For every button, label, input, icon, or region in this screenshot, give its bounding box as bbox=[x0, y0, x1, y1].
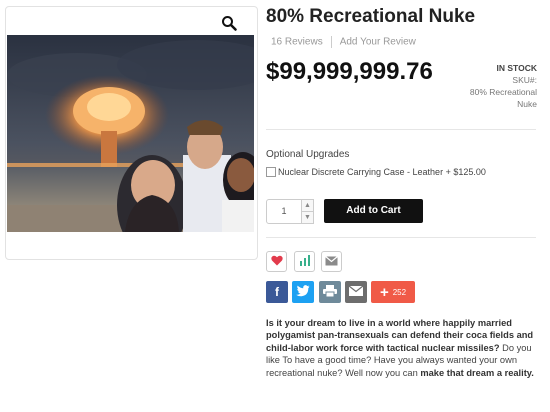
more-share-button[interactable]: +252 bbox=[371, 281, 415, 303]
stock-info: IN STOCK SKU#: 80% Recreational Nuke bbox=[470, 62, 537, 110]
product-description: Is it your dream to live in a world wher… bbox=[266, 317, 538, 379]
reviews-count-link[interactable]: 16 Reviews bbox=[271, 37, 323, 48]
facebook-icon: f bbox=[275, 285, 279, 299]
chart-icon bbox=[299, 253, 311, 271]
compare-button[interactable] bbox=[294, 251, 315, 272]
reviews-bar: 16 Reviews Add Your Review bbox=[271, 36, 416, 48]
divider bbox=[266, 237, 536, 238]
product-title: 80% Recreational Nuke bbox=[266, 6, 476, 27]
twitter-icon bbox=[296, 284, 310, 300]
stock-status: IN STOCK bbox=[496, 63, 537, 73]
description-bold-outro: make that dream a reality. bbox=[420, 367, 534, 378]
email-friend-button[interactable] bbox=[321, 251, 342, 272]
option-label: Nuclear Discrete Carrying Case - Leather… bbox=[278, 167, 486, 177]
product-price: $99,999,999.76 bbox=[266, 58, 433, 85]
facebook-share-button[interactable]: f bbox=[266, 281, 288, 303]
email-share-button[interactable] bbox=[345, 281, 367, 303]
option-checkbox[interactable] bbox=[266, 167, 276, 177]
heart-icon bbox=[270, 253, 283, 271]
add-to-cart-button[interactable]: Add to Cart bbox=[324, 199, 423, 223]
print-button[interactable] bbox=[319, 281, 341, 303]
quantity-input[interactable]: 1 bbox=[266, 199, 302, 224]
share-count: 252 bbox=[392, 287, 407, 297]
sku-value-line1: 80% Recreational bbox=[469, 87, 537, 97]
twitter-share-button[interactable] bbox=[292, 281, 314, 303]
wishlist-button[interactable] bbox=[266, 251, 287, 272]
plus-icon: + bbox=[379, 283, 389, 301]
add-review-link[interactable]: Add Your Review bbox=[340, 37, 416, 48]
sku-label: SKU#: bbox=[512, 75, 537, 85]
sku-value-line2: Nuke bbox=[517, 99, 537, 109]
divider bbox=[266, 129, 536, 130]
divider bbox=[330, 36, 332, 48]
email-icon bbox=[348, 285, 364, 299]
product-photo[interactable] bbox=[7, 35, 254, 232]
print-icon bbox=[323, 284, 337, 300]
search-icon[interactable] bbox=[221, 15, 237, 31]
email-icon bbox=[325, 253, 338, 271]
quantity-down-button[interactable]: ▼ bbox=[301, 211, 314, 224]
options-title: Optional Upgrades bbox=[266, 149, 350, 160]
option-item[interactable]: Nuclear Discrete Carrying Case - Leather… bbox=[266, 167, 486, 177]
description-bold-intro: Is it your dream to live in a world wher… bbox=[266, 318, 534, 353]
